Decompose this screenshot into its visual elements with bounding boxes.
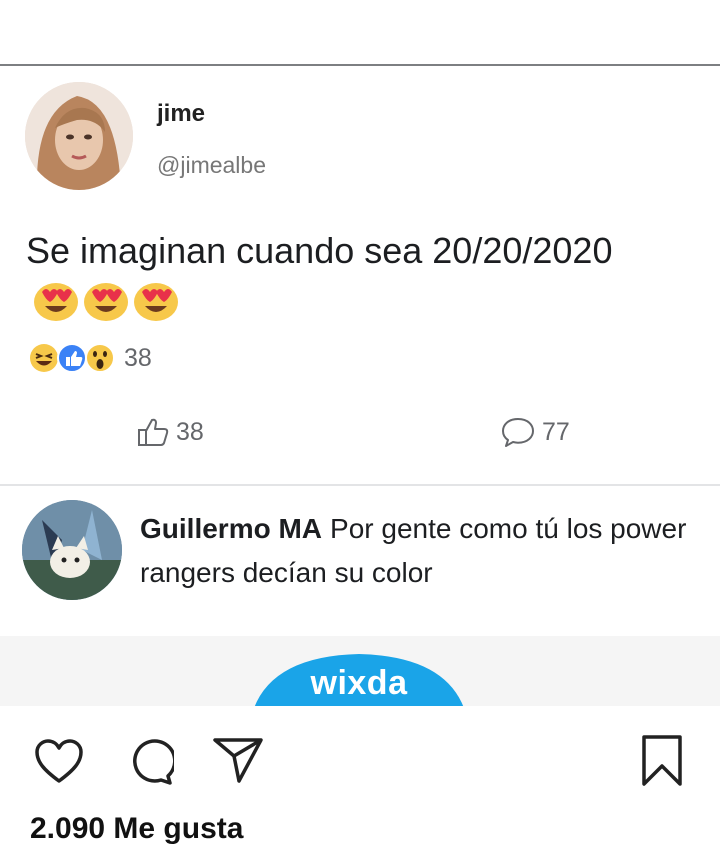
comment-icon[interactable] xyxy=(124,736,177,791)
post-text: Se imaginan cuando sea 20/20/2020 xyxy=(26,224,686,330)
likes-count[interactable]: 2.090 Me gusta xyxy=(30,812,243,846)
heart-eyes-emoji-icon xyxy=(34,283,78,321)
commenter-avatar[interactable] xyxy=(22,500,122,600)
heart-eyes-emoji-icon xyxy=(134,283,178,321)
heart-icon[interactable] xyxy=(34,738,84,789)
comment-button[interactable]: 77 xyxy=(500,416,570,448)
reaction-count: 38 xyxy=(124,343,152,372)
thumbs-up-icon xyxy=(138,418,169,446)
bookmark-icon[interactable] xyxy=(640,734,684,793)
comment-author[interactable]: Guillermo MA xyxy=(140,513,322,544)
speech-bubble-icon xyxy=(502,418,534,447)
heart-eyes-emoji-icon xyxy=(84,283,128,321)
comment-count: 77 xyxy=(542,417,570,446)
comment: Guillermo MA Por gente como tú los power … xyxy=(140,507,700,595)
reactions-summary[interactable]: 38 xyxy=(28,342,152,374)
top-strip xyxy=(0,0,720,64)
author-handle[interactable]: @jimealbe xyxy=(157,152,266,179)
watermark-text: wixda xyxy=(310,664,408,702)
send-icon[interactable] xyxy=(212,736,264,789)
wixda-watermark: wixda xyxy=(254,652,464,708)
author-display-name[interactable]: jime xyxy=(157,100,205,128)
wow-reaction-icon xyxy=(85,343,115,373)
like-button[interactable]: 38 xyxy=(136,416,204,448)
emoji-group xyxy=(32,278,180,322)
post-body: Se imaginan cuando sea 20/20/2020 xyxy=(26,230,613,271)
comments-divider xyxy=(0,484,720,486)
author-avatar[interactable] xyxy=(25,82,133,190)
like-count: 38 xyxy=(176,417,204,446)
